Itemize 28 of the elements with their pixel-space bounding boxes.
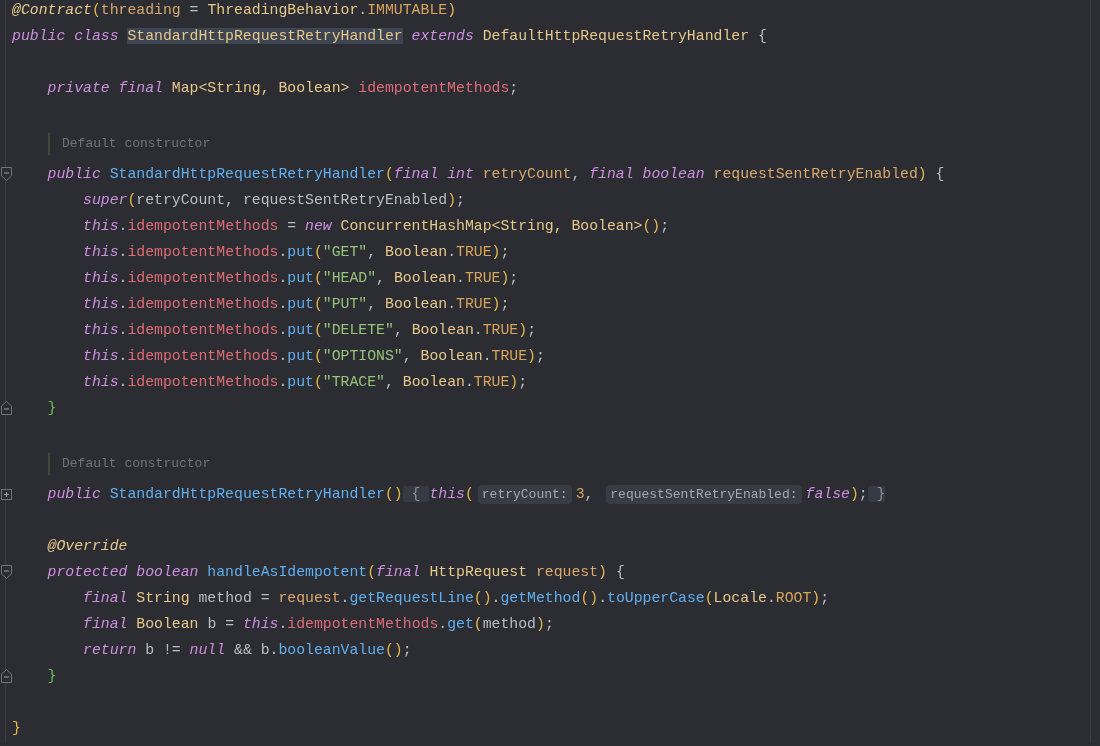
code-line: } bbox=[46, 399, 57, 418]
fold-icon[interactable] bbox=[0, 565, 12, 579]
code-line: private final Map<String, Boolean> idempotentMethods; bbox=[46, 79, 519, 98]
code-line: this.idempotentMethods.put("DELETE", Boolean.TRUE); bbox=[82, 321, 536, 340]
code-line: return b != null && b.booleanValue(); bbox=[82, 641, 412, 660]
fold-icon[interactable] bbox=[0, 669, 12, 683]
code-line: public StandardHttpRequestRetryHandler() { this( retryCount: 3, requestSentRetryEnabled: false); } bbox=[46, 483, 886, 506]
code-line: this.idempotentMethods.put("TRACE", Boolean.TRUE); bbox=[82, 373, 528, 392]
code-line: public StandardHttpRequestRetryHandler(final int retryCount, final boolean requestSentRetryEnabled) { bbox=[46, 165, 945, 184]
doc-comment: Default constructor bbox=[48, 453, 211, 475]
code-line: } bbox=[46, 667, 57, 686]
code-line: this.idempotentMethods.put("PUT", Boolean.TRUE); bbox=[82, 295, 510, 314]
code-line: protected boolean handleAsIdempotent(final HttpRequest request) { bbox=[46, 563, 625, 582]
doc-comment: Default constructor bbox=[48, 133, 211, 155]
code-line: final Boolean b = this.idempotentMethods.get(method); bbox=[82, 615, 554, 634]
fold-icon[interactable] bbox=[0, 401, 12, 415]
code-line: } bbox=[12, 719, 21, 738]
code-line: @Override bbox=[46, 537, 128, 556]
code-line: this.idempotentMethods.put("GET", Boolean.TRUE); bbox=[82, 243, 510, 262]
code-line: public class StandardHttpRequestRetryHandler extends DefaultHttpRequestRetryHandler { bbox=[12, 27, 767, 46]
code-line: super(retryCount, requestSentRetryEnabled); bbox=[82, 191, 465, 210]
code-line: this.idempotentMethods.put("OPTIONS", Boolean.TRUE); bbox=[82, 347, 545, 366]
fold-icon[interactable] bbox=[0, 167, 12, 181]
code-line: this.idempotentMethods.put("HEAD", Boolean.TRUE); bbox=[82, 269, 519, 288]
code-line: this.idempotentMethods = new ConcurrentHashMap<String, Boolean>(); bbox=[82, 217, 670, 236]
code-line: final String method = request.getRequestLine().getMethod().toUpperCase(Locale.ROOT); bbox=[82, 589, 830, 608]
expand-icon[interactable] bbox=[0, 488, 12, 500]
code-line: @Contract(threading = ThreadingBehavior.IMMUTABLE) bbox=[12, 1, 457, 20]
